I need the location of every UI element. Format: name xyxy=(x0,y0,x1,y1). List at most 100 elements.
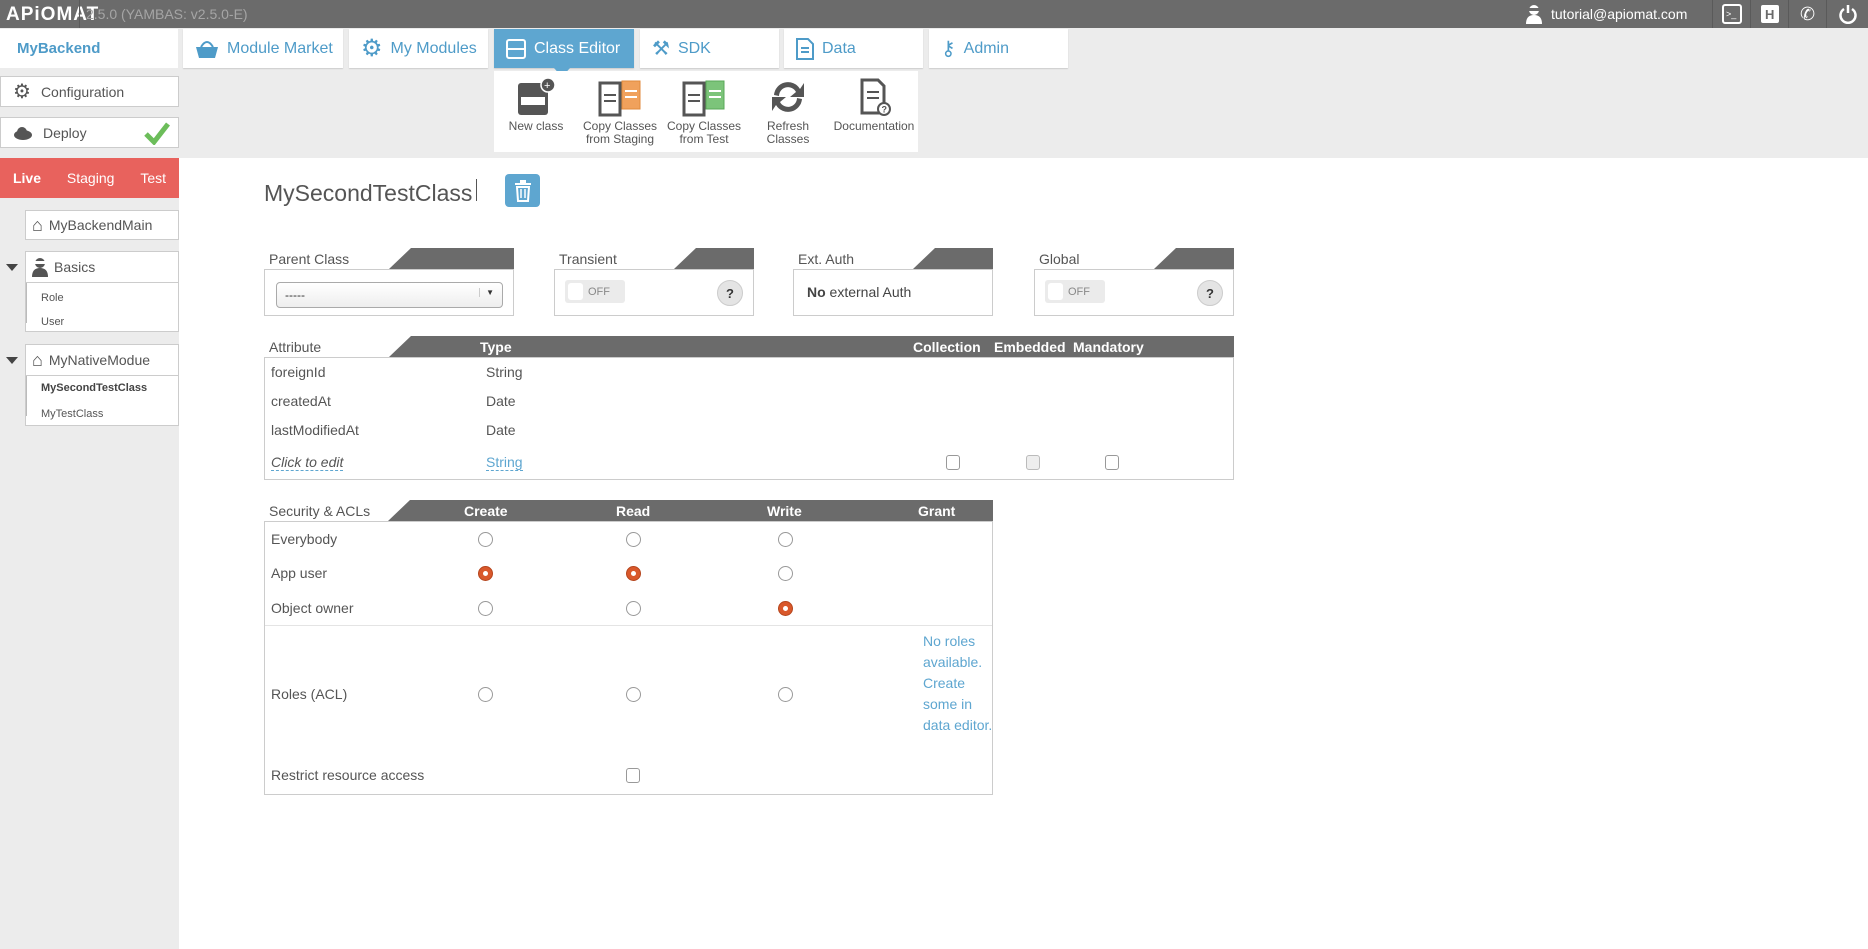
tab-label: Class Editor xyxy=(534,39,621,57)
restrict-label: Restrict resource access xyxy=(271,767,425,783)
tab-my-modules[interactable]: ⚙ My Modules xyxy=(349,29,488,68)
class-user[interactable]: User xyxy=(41,316,64,328)
user-menu[interactable]: tutorial@apiomat.com xyxy=(1525,0,1687,28)
svg-text:H: H xyxy=(1765,7,1774,22)
parent-class-header: Parent Class xyxy=(264,248,514,269)
label: Refresh Classes xyxy=(766,119,810,146)
label: Deploy xyxy=(43,124,87,141)
class-mysecondtestclass[interactable]: MySecondTestClass xyxy=(41,382,147,394)
attribute-type: Date xyxy=(486,422,516,438)
toggle-state: OFF xyxy=(1068,285,1090,298)
user-email: tutorial@apiomat.com xyxy=(1551,6,1688,22)
trash-icon xyxy=(514,179,531,202)
user-icon xyxy=(1526,5,1542,24)
parent-class-panel: ----- ▼ xyxy=(264,269,514,316)
write-radio[interactable] xyxy=(778,532,793,547)
deploy-button[interactable]: Deploy xyxy=(0,117,179,148)
power-icon xyxy=(1838,5,1857,24)
write-radio[interactable] xyxy=(778,687,793,702)
class-editor-toolbar: + New class Copy Classes from Staging Cop… xyxy=(494,71,918,152)
module-header[interactable]: Basics xyxy=(26,252,178,283)
tab-admin[interactable]: ⚷ Admin xyxy=(929,29,1068,68)
global-header: Global xyxy=(1034,248,1234,269)
tab-module-market[interactable]: Module Market xyxy=(183,29,343,68)
help-button[interactable]: H xyxy=(1750,0,1788,28)
ext-auth-panel[interactable]: No external Auth xyxy=(793,269,993,316)
module-header[interactable]: ⌂ MyNativeModue xyxy=(26,345,178,376)
module-mybackendmain[interactable]: ⌂ MyBackendMain xyxy=(25,210,179,240)
new-class-button[interactable]: + New class xyxy=(494,77,578,133)
embedded-checkbox[interactable] xyxy=(1026,455,1040,470)
collapse-arrow-icon[interactable] xyxy=(6,264,18,271)
transient-header: Transient xyxy=(554,248,754,269)
class-mytestclass[interactable]: MyTestClass xyxy=(41,408,103,420)
terminal-button[interactable]: >_ xyxy=(1712,0,1750,28)
global-help-button[interactable]: ? xyxy=(1197,280,1223,306)
security-header: Security & ACLs Create Read Write Grant xyxy=(264,500,993,521)
tree-line xyxy=(26,283,32,323)
env-staging[interactable]: Staging xyxy=(67,170,114,186)
label: MyBackendMain xyxy=(48,217,153,233)
attributes-table: foreignId String createdAt Date lastModifi… xyxy=(264,357,1234,480)
create-radio[interactable] xyxy=(478,687,493,702)
module-basics: Basics Role User xyxy=(25,251,179,332)
page-title: MySecondTestClass xyxy=(264,180,473,206)
create-radio[interactable] xyxy=(478,566,493,581)
documentation-button[interactable]: ? Documentation xyxy=(830,77,918,133)
roles-note-link[interactable]: No roles available. Create some in data … xyxy=(923,631,993,736)
acl-row-label: App user xyxy=(271,565,328,581)
attribute-type: String xyxy=(486,364,523,380)
label: Transient xyxy=(559,251,617,267)
create-radio[interactable] xyxy=(478,601,493,616)
tab-label: My Modules xyxy=(390,39,477,57)
backend-name[interactable]: MyBackend xyxy=(0,29,178,68)
column-header: Embedded xyxy=(994,339,1066,355)
read-radio[interactable] xyxy=(626,532,641,547)
collapse-arrow-icon[interactable] xyxy=(6,357,18,364)
create-radio[interactable] xyxy=(478,532,493,547)
tab-class-editor[interactable]: Class Editor xyxy=(494,29,634,68)
divider xyxy=(476,179,477,201)
copy-from-staging-button[interactable]: Copy Classes from Staging xyxy=(578,77,662,146)
acl-row-label: Object owner xyxy=(271,600,354,616)
tab-sdk[interactable]: ⚒ SDK xyxy=(640,29,779,68)
gear-icon: ⚙ xyxy=(361,35,383,62)
attribute-name: lastModifiedAt xyxy=(271,422,359,438)
env-test[interactable]: Test xyxy=(140,170,166,186)
attribute-name: foreignId xyxy=(271,364,326,380)
delete-class-button[interactable] xyxy=(505,174,540,207)
column-header: Type xyxy=(480,339,512,355)
mandatory-checkbox[interactable] xyxy=(1105,455,1119,470)
configuration-button[interactable]: ⚙ Configuration xyxy=(0,76,179,107)
restrict-resource-checkbox[interactable] xyxy=(626,768,640,783)
logout-button[interactable] xyxy=(1826,0,1868,28)
read-radio[interactable] xyxy=(626,601,641,616)
label: Global xyxy=(1039,251,1080,267)
label: New class xyxy=(508,119,564,133)
global-toggle[interactable]: OFF xyxy=(1045,280,1105,303)
tab-label: Data xyxy=(822,39,856,57)
new-class-icon: + xyxy=(518,77,556,115)
write-radio[interactable] xyxy=(778,601,793,616)
write-radio[interactable] xyxy=(778,566,793,581)
column-header: Mandatory xyxy=(1073,339,1144,355)
class-role[interactable]: Role xyxy=(41,292,64,304)
label: Copy Classes from Staging xyxy=(582,119,658,146)
phone-button[interactable]: ✆ xyxy=(1788,0,1826,28)
read-radio[interactable] xyxy=(626,687,641,702)
refresh-classes-button[interactable]: Refresh Classes xyxy=(746,77,830,146)
env-live[interactable]: Live xyxy=(13,170,41,186)
new-attribute-type-select[interactable]: String xyxy=(486,454,523,471)
home-icon: ⌂ xyxy=(32,349,43,370)
attributes-header: Attribute Type Collection Embedded Manda… xyxy=(264,336,1234,357)
copy-from-test-button[interactable]: Copy Classes from Test xyxy=(662,77,746,146)
collection-checkbox[interactable] xyxy=(946,455,960,470)
tab-data[interactable]: Data xyxy=(784,29,923,68)
new-attribute-name-input[interactable]: Click to edit xyxy=(271,454,344,471)
parent-class-select[interactable]: ----- ▼ xyxy=(276,282,503,308)
transient-help-button[interactable]: ? xyxy=(717,280,743,306)
read-radio[interactable] xyxy=(626,566,641,581)
attribute-type: Date xyxy=(486,393,516,409)
transient-toggle[interactable]: OFF xyxy=(565,280,625,303)
column-header: Attribute xyxy=(269,339,322,355)
